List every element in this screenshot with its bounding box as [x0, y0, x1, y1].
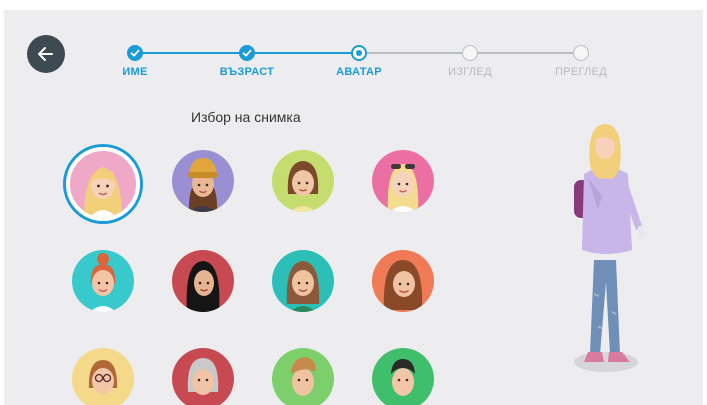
- avatar-young-man[interactable]: [272, 348, 334, 405]
- avatar-blonde-girl[interactable]: [66, 147, 140, 221]
- step-2-indicator[interactable]: [239, 45, 255, 61]
- avatar-brown-hair-woman[interactable]: [272, 250, 334, 312]
- step-4-indicator: [462, 45, 478, 61]
- avatar-curly-hair-woman[interactable]: [372, 250, 434, 312]
- avatar-black-hair-girl[interactable]: [172, 250, 234, 312]
- progress-stepper: ИМЕ ВЪЗРАСТ АВАТАР ИЗГЛЕД ПРЕГЛЕД: [4, 10, 703, 90]
- step-1-indicator[interactable]: [127, 45, 143, 61]
- step-label-name[interactable]: ИМЕ: [85, 66, 185, 78]
- check-icon: [130, 49, 140, 57]
- avatar-sunglasses-girl[interactable]: [372, 150, 434, 212]
- section-title: Избор на снимка: [191, 109, 301, 125]
- avatar-redhead-bun-girl[interactable]: [72, 250, 134, 312]
- avatar-dark-hair-man[interactable]: [372, 348, 434, 405]
- step-label-review: ПРЕГЛЕД: [554, 66, 608, 78]
- step-connector: [135, 52, 247, 54]
- onboarding-screen: ИМЕ ВЪЗРАСТ АВАТАР ИЗГЛЕД ПРЕГЛЕД Избор …: [4, 10, 703, 405]
- step-label-look: ИЗГЛЕД: [448, 66, 492, 78]
- step-connector: [470, 52, 581, 54]
- avatar-preview-figure: [554, 122, 664, 382]
- avatar-grey-hair-woman[interactable]: [172, 348, 234, 405]
- step-label-avatar: АВАТАР: [336, 66, 382, 78]
- avatar-beanie-girl[interactable]: [172, 150, 234, 212]
- avatar-glasses-woman[interactable]: [72, 348, 134, 405]
- check-icon: [242, 49, 252, 57]
- step-connector: [247, 52, 359, 54]
- step-connector: [359, 52, 470, 54]
- step-label-age[interactable]: ВЪЗРАСТ: [197, 66, 297, 78]
- step-3-indicator: [351, 45, 367, 61]
- step-5-indicator: [573, 45, 589, 61]
- avatar-bob-hair-girl[interactable]: [272, 150, 334, 212]
